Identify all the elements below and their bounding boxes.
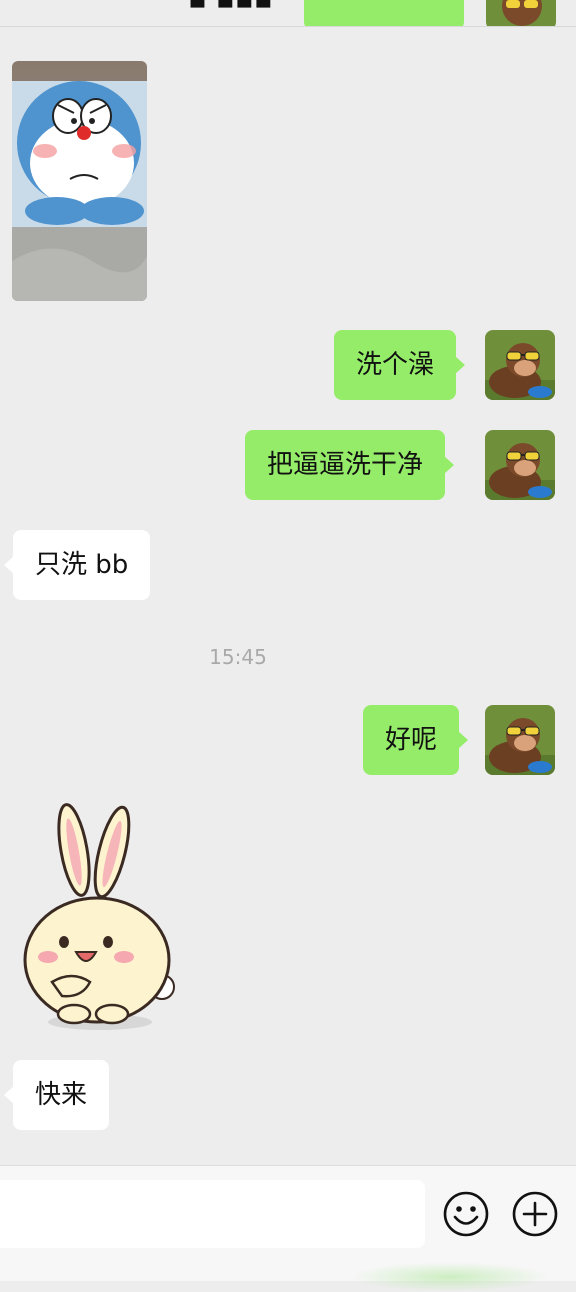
message-timestamp: 15:45 bbox=[209, 645, 267, 669]
avatar[interactable] bbox=[486, 0, 556, 26]
outgoing-message-bubble[interactable]: 把逼逼洗干净 bbox=[245, 430, 455, 500]
message-text: 洗个澡 bbox=[356, 350, 435, 380]
plus-circle-icon bbox=[512, 1191, 558, 1237]
monkey-avatar-icon bbox=[485, 705, 555, 775]
incoming-message-bubble[interactable]: 快来 bbox=[3, 1060, 110, 1130]
received-photo-message[interactable] bbox=[12, 61, 147, 301]
monkey-avatar-icon bbox=[485, 430, 555, 500]
message-text: 好呢 bbox=[385, 725, 438, 755]
avatar[interactable] bbox=[485, 705, 555, 775]
message-input-bar bbox=[0, 1165, 576, 1292]
avatar[interactable] bbox=[485, 430, 555, 500]
chat-title-partial: ▪ ▪▪▪ bbox=[188, 0, 273, 15]
message-text: 把逼逼洗干净 bbox=[267, 450, 424, 480]
smiley-face-icon bbox=[443, 1191, 489, 1237]
message-text: 快来 bbox=[35, 1080, 88, 1110]
message-text: 只洗 bb bbox=[35, 550, 129, 580]
doraemon-photo bbox=[12, 61, 147, 301]
avatar[interactable] bbox=[485, 330, 555, 400]
chat-header-cutoff: ▪ ▪▪▪ bbox=[0, 0, 576, 27]
bunny-sticker bbox=[23, 803, 175, 1030]
chat-message-list[interactable]: 洗个澡 把逼逼洗干净 只洗 bb 15:45 好呢 快来 bbox=[0, 27, 576, 1165]
incoming-message-bubble[interactable]: 只洗 bb bbox=[3, 530, 151, 600]
more-actions-button[interactable] bbox=[511, 1190, 559, 1238]
monkey-avatar-icon bbox=[486, 0, 556, 26]
received-sticker-message[interactable] bbox=[12, 802, 182, 1032]
outgoing-message-bubble[interactable]: 好呢 bbox=[363, 705, 469, 775]
emoji-button[interactable] bbox=[442, 1190, 490, 1238]
previous-outgoing-bubble[interactable] bbox=[304, 0, 464, 26]
outgoing-message-bubble[interactable]: 洗个澡 bbox=[334, 330, 466, 400]
monkey-avatar-icon bbox=[485, 330, 555, 400]
bottom-edge-glow bbox=[350, 1262, 550, 1292]
message-input[interactable] bbox=[0, 1180, 425, 1248]
